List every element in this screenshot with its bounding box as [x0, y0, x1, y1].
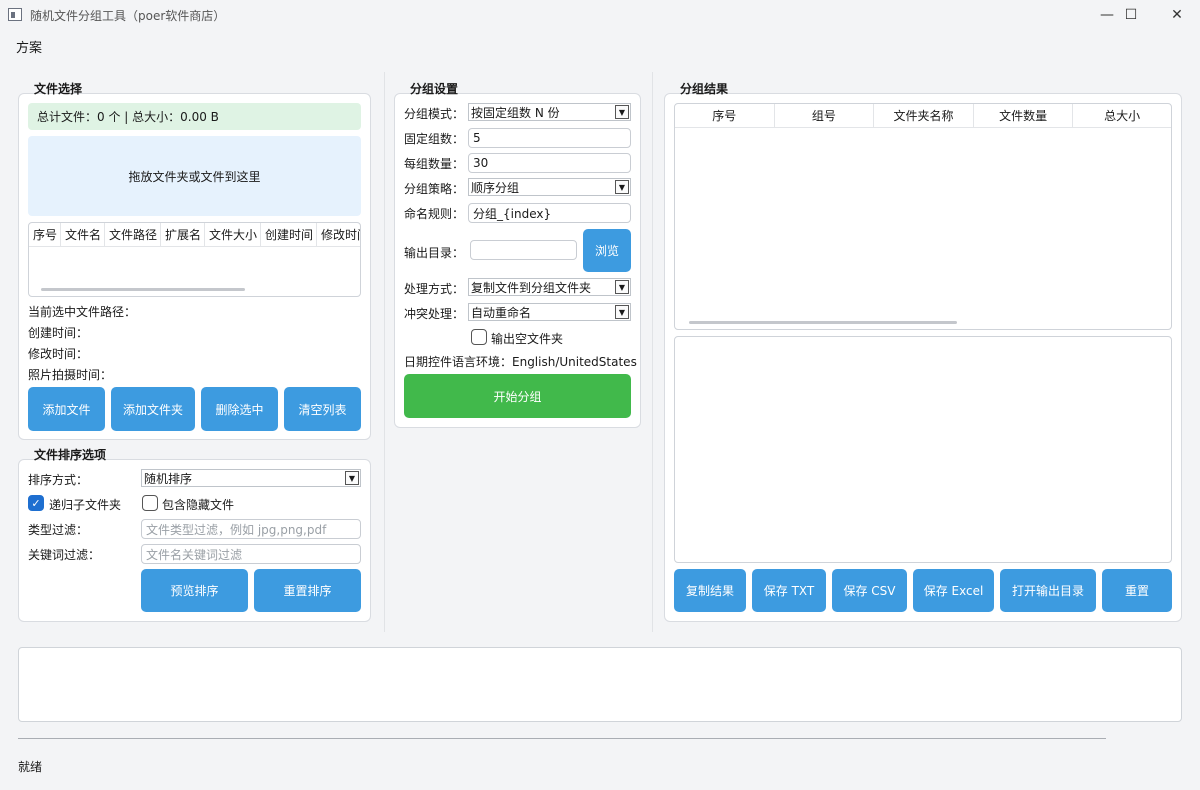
divider [652, 72, 653, 632]
strategy-select[interactable]: 顺序分组 ▼ [468, 178, 631, 196]
column-header[interactable]: 序号 [675, 104, 775, 127]
progress-bar [18, 738, 1106, 739]
add-file-button[interactable]: 添加文件 [28, 387, 105, 431]
column-header[interactable]: 扩展名 [161, 223, 205, 246]
add-folder-button[interactable]: 添加文件夹 [111, 387, 195, 431]
recursive-label: 递归子文件夹 [49, 498, 122, 512]
strategy-value: 顺序分组 [471, 180, 520, 195]
sort-method-value: 随机排序 [144, 471, 193, 486]
browse-button[interactable]: 浏览 [583, 229, 631, 272]
hidden-files-label: 包含隐藏文件 [162, 498, 235, 512]
preview-sort-button[interactable]: 预览排序 [141, 569, 248, 612]
column-header[interactable]: 修改时间 [317, 223, 360, 246]
column-header[interactable]: 创建时间 [261, 223, 317, 246]
conflict-select[interactable]: 自动重命名 ▼ [468, 303, 631, 321]
selected-path-label: 当前选中文件路径： [28, 305, 137, 319]
process-label: 处理方式： [404, 282, 465, 296]
type-filter-input[interactable]: 文件类型过滤，例如 jpg,png,pdf [141, 519, 361, 539]
hidden-files-checkbox[interactable] [142, 495, 158, 511]
maximize-button[interactable]: ☐ [1108, 0, 1154, 30]
save-txt-button[interactable]: 保存 TXT [752, 569, 826, 612]
column-header[interactable]: 文件名 [61, 223, 105, 246]
column-header[interactable]: 文件路径 [105, 223, 161, 246]
start-grouping-button[interactable]: 开始分组 [404, 374, 631, 418]
chevron-down-icon: ▼ [615, 180, 629, 194]
group-mode-label: 分组模式： [404, 107, 465, 121]
sort-method-select[interactable]: 随机排序 ▼ [141, 469, 361, 487]
recursive-checkbox[interactable]: ✓ [28, 495, 44, 511]
type-filter-label: 类型过滤： [28, 523, 89, 537]
reset-button[interactable]: 重置 [1102, 569, 1172, 612]
empty-folder-checkbox[interactable] [471, 329, 487, 345]
naming-label: 命名规则： [404, 207, 465, 221]
process-value: 复制文件到分组文件夹 [471, 280, 592, 295]
output-dir-input[interactable] [470, 240, 577, 260]
group-settings-title: 分组设置 [410, 82, 459, 96]
column-header[interactable]: 文件夹名称 [874, 104, 974, 127]
photo-time-label: 照片拍摄时间： [28, 368, 113, 382]
created-time-label: 创建时间： [28, 326, 89, 340]
output-dir-label: 输出目录： [404, 246, 465, 260]
horizontal-scrollbar[interactable] [41, 288, 245, 291]
title-bar: 随机文件分组工具（poer软件商店） — ☐ ✕ [0, 0, 1200, 30]
column-header[interactable]: 文件大小 [205, 223, 261, 246]
column-header[interactable]: 组号 [775, 104, 875, 127]
log-area[interactable] [18, 647, 1182, 722]
fixed-groups-label: 固定组数： [404, 132, 465, 146]
column-header[interactable]: 序号 [29, 223, 61, 246]
copy-result-button[interactable]: 复制结果 [674, 569, 746, 612]
group-mode-select[interactable]: 按固定组数 N 份 ▼ [468, 103, 631, 121]
save-csv-button[interactable]: 保存 CSV [832, 569, 907, 612]
chevron-down-icon: ▼ [615, 280, 629, 294]
column-header[interactable]: 文件数量 [974, 104, 1074, 127]
fixed-groups-input[interactable]: 5 [468, 128, 631, 148]
column-header[interactable]: 总大小 [1073, 104, 1171, 127]
horizontal-scrollbar[interactable] [689, 321, 957, 324]
status-text: 就绪 [18, 760, 43, 774]
group-result-title: 分组结果 [680, 82, 729, 96]
strategy-label: 分组策略： [404, 182, 465, 196]
file-summary: 总计文件：0 个 | 总大小：0.00 B [28, 103, 361, 130]
conflict-value: 自动重命名 [471, 305, 532, 320]
chevron-down-icon: ▼ [345, 471, 359, 485]
result-detail-area[interactable] [674, 336, 1172, 563]
sort-method-label: 排序方式： [28, 473, 89, 487]
file-table[interactable]: 序号 文件名 文件路径 扩展名 文件大小 创建时间 修改时间 [28, 222, 361, 297]
empty-folder-label: 输出空文件夹 [491, 332, 564, 346]
menu-scheme[interactable]: 方案 [16, 37, 42, 56]
modified-time-label: 修改时间： [28, 347, 89, 361]
locale-label: 日期控件语言环境：English/UnitedStates [404, 355, 637, 369]
chevron-down-icon: ▼ [615, 305, 629, 319]
naming-input[interactable]: 分组_{index} [468, 203, 631, 223]
reset-sort-button[interactable]: 重置排序 [254, 569, 361, 612]
process-select[interactable]: 复制文件到分组文件夹 ▼ [468, 278, 631, 296]
window-title: 随机文件分组工具（poer软件商店） [30, 9, 226, 23]
sort-options-title: 文件排序选项 [34, 448, 107, 462]
drop-zone[interactable]: 拖放文件夹或文件到这里 [28, 136, 361, 216]
delete-selected-button[interactable]: 删除选中 [201, 387, 278, 431]
save-excel-button[interactable]: 保存 Excel [913, 569, 994, 612]
file-select-title: 文件选择 [34, 82, 83, 96]
keyword-filter-input[interactable]: 文件名关键词过滤 [141, 544, 361, 564]
conflict-label: 冲突处理： [404, 307, 465, 321]
clear-list-button[interactable]: 清空列表 [284, 387, 361, 431]
per-group-label: 每组数量： [404, 157, 465, 171]
per-group-input[interactable]: 30 [468, 153, 631, 173]
divider [384, 72, 385, 632]
chevron-down-icon: ▼ [615, 105, 629, 119]
close-button[interactable]: ✕ [1154, 0, 1200, 30]
keyword-filter-label: 关键词过滤： [28, 548, 101, 562]
result-table[interactable]: 序号 组号 文件夹名称 文件数量 总大小 [674, 103, 1172, 330]
app-icon [8, 8, 22, 21]
group-mode-value: 按固定组数 N 份 [471, 105, 560, 120]
open-output-dir-button[interactable]: 打开输出目录 [1000, 569, 1096, 612]
